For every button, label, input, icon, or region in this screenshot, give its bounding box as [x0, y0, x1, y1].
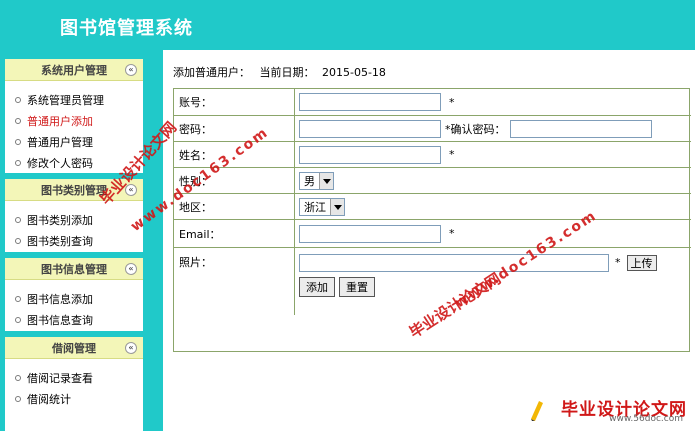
- bullet-icon: [15, 295, 21, 302]
- password-label: 密码：: [174, 116, 295, 141]
- panel-borrow: 借阅管理 « 借阅记录查看 借阅统计: [5, 337, 143, 431]
- form-row-buttons: 添加 重置: [174, 275, 691, 299]
- chevron-down-icon[interactable]: [330, 198, 344, 215]
- main-content: 添加普通用户： 当前日期： 2015-05-18 账号： * 密码： *确认密码…: [163, 50, 695, 431]
- bullet-icon: [15, 316, 21, 323]
- password-input[interactable]: [299, 119, 441, 138]
- panel-header[interactable]: 图书信息管理 «: [5, 258, 143, 280]
- site-logo: 毕业设计论文网 www.56doc.com: [529, 395, 689, 427]
- email-input[interactable]: [299, 224, 441, 243]
- date-label: 当前日期：: [259, 66, 315, 79]
- page-info: 添加普通用户： 当前日期： 2015-05-18: [173, 64, 386, 80]
- bullet-icon: [15, 395, 21, 402]
- sidebar-item-user-add[interactable]: 普通用户添加: [5, 110, 143, 131]
- collapse-icon[interactable]: «: [125, 263, 137, 275]
- confirm-password-input[interactable]: [509, 119, 652, 138]
- bullet-icon: [15, 117, 21, 124]
- sidebar-item-user-manage[interactable]: 普通用户管理: [5, 131, 143, 152]
- bullet-icon: [15, 216, 21, 223]
- panel-title: 图书信息管理: [41, 262, 107, 276]
- bullet-icon: [15, 159, 21, 166]
- form-row-email: Email： *: [174, 219, 691, 247]
- bullet-icon: [15, 237, 21, 244]
- collapse-icon[interactable]: «: [125, 342, 137, 354]
- reset-button[interactable]: 重置: [339, 277, 375, 297]
- confirm-password-label: *确认密码：: [445, 122, 506, 136]
- collapse-icon[interactable]: «: [125, 64, 137, 76]
- bullet-icon: [15, 96, 21, 103]
- add-button[interactable]: 添加: [299, 277, 335, 297]
- sidebar-item-category-add[interactable]: 图书类别添加: [5, 209, 143, 230]
- bullet-icon: [15, 138, 21, 145]
- required-mark: *: [449, 148, 455, 161]
- form-row-region: 地区： 浙江: [174, 193, 691, 219]
- date-value: 2015-05-18: [322, 66, 386, 79]
- sidebar-item-book-query[interactable]: 图书信息查询: [5, 309, 143, 330]
- account-label: 账号：: [174, 89, 295, 115]
- name-input[interactable]: [299, 145, 441, 164]
- page-label: 添加普通用户：: [173, 66, 250, 79]
- account-input[interactable]: [299, 93, 441, 111]
- sidebar-item-category-query[interactable]: 图书类别查询: [5, 230, 143, 251]
- panel-title: 借阅管理: [52, 341, 96, 355]
- sidebar-item-borrow-stats[interactable]: 借阅统计: [5, 388, 143, 409]
- sidebar-item-book-add[interactable]: 图书信息添加: [5, 288, 143, 309]
- form-row-account: 账号： *: [174, 89, 691, 115]
- panel-header[interactable]: 借阅管理 «: [5, 337, 143, 359]
- gender-select[interactable]: 男: [299, 171, 334, 190]
- app-title: 图书馆管理系统: [60, 18, 193, 39]
- logo-site: www.56doc.com: [609, 414, 683, 424]
- panel-title: 系统用户管理: [41, 63, 107, 77]
- required-mark: *: [615, 256, 621, 269]
- panel-header[interactable]: 系统用户管理 «: [5, 59, 143, 81]
- photo-path-input[interactable]: [299, 254, 609, 272]
- region-select[interactable]: 浙江: [299, 197, 345, 216]
- sidebar-item-admin-manage[interactable]: 系统管理员管理: [5, 89, 143, 110]
- bullet-icon: [15, 374, 21, 381]
- chevron-down-icon[interactable]: [319, 172, 333, 189]
- panel-book-info: 图书信息管理 « 图书信息添加 图书信息查询: [5, 258, 143, 331]
- panel-system-users: 系统用户管理 « 系统管理员管理 普通用户添加 普通用户管理 修改个人密码: [5, 59, 143, 173]
- header-bar: 图书馆管理系统: [0, 0, 695, 50]
- buttons-label-cell: [174, 275, 295, 299]
- form-row-gender: 性别： 男: [174, 167, 691, 193]
- sidebar: 系统用户管理 « 系统管理员管理 普通用户添加 普通用户管理 修改个人密码 图书…: [0, 50, 163, 431]
- required-mark: *: [449, 95, 455, 109]
- required-mark: *: [449, 227, 455, 240]
- pencil-logo-icon: [531, 401, 543, 421]
- sidebar-item-borrow-records[interactable]: 借阅记录查看: [5, 367, 143, 388]
- upload-button[interactable]: 上传: [626, 255, 657, 271]
- email-label: Email：: [174, 220, 295, 247]
- region-label: 地区：: [174, 194, 295, 219]
